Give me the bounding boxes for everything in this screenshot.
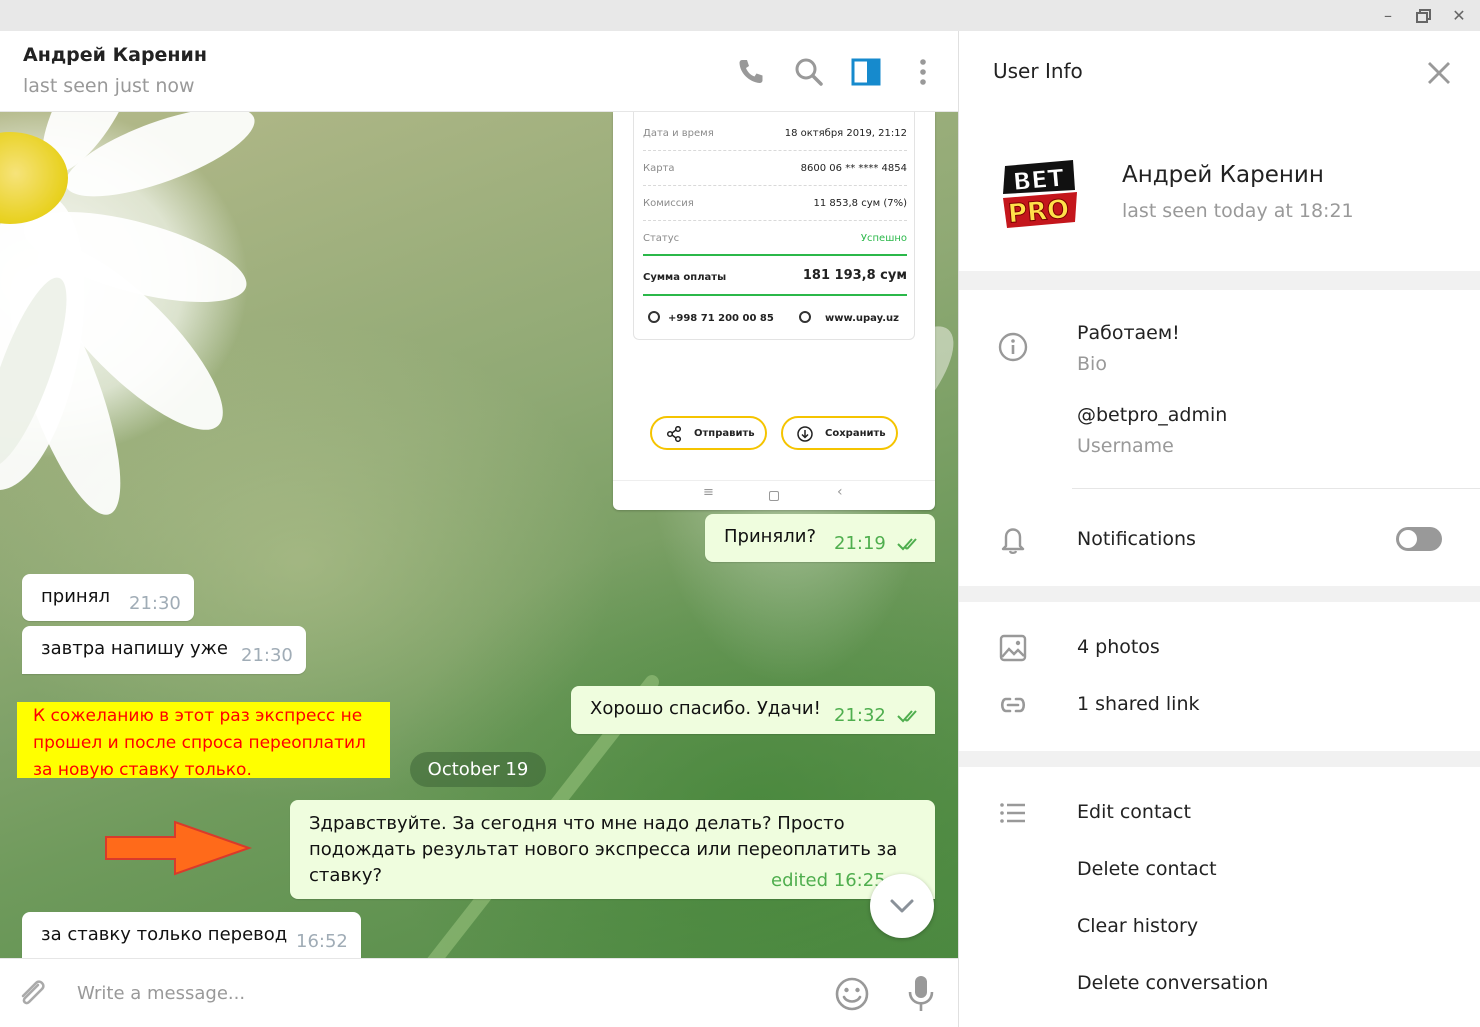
receipt-row: Дата и время 18 октября 2019, 21:12 [643, 116, 907, 151]
receipt-send-button: Отправить [650, 416, 767, 450]
profile-last-seen: last seen today at 18:21 [1122, 200, 1354, 222]
user-info-panel: User Info BET PRO Андрей Каренин last se… [959, 31, 1480, 1027]
home-icon [769, 491, 779, 501]
download-icon [797, 426, 813, 442]
arrow-annotation-icon [105, 820, 253, 876]
read-checks-icon [897, 710, 917, 723]
bio-text[interactable]: Работаем! [1077, 322, 1180, 344]
attach-icon[interactable] [14, 976, 50, 1012]
message-outgoing[interactable]: Здравствуйте. За сегодня что мне надо де… [290, 800, 935, 899]
message-incoming[interactable]: за ставку только перевод 16:52 [22, 912, 361, 958]
photos-link[interactable]: 4 photos [1077, 636, 1160, 658]
receipt-card: Дата и время 18 октября 2019, 21:12 Карта… [633, 112, 915, 340]
svg-text:BET: BET [1012, 164, 1066, 196]
message-time: 21:32 [834, 705, 886, 726]
receipt-site: www.upay.uz [799, 311, 899, 324]
message-time: 21:30 [129, 593, 181, 614]
message-text: Хорошо спасибо. Удачи! [590, 698, 821, 719]
chevron-down-icon [890, 899, 914, 913]
edit-contact-button[interactable]: Edit contact [1077, 801, 1191, 823]
window-titlebar: – ✕ [0, 0, 1480, 31]
svg-text:PRO: PRO [1007, 194, 1071, 229]
list-icon [997, 797, 1029, 829]
chat-header: Андрей Каренин last seen just now [0, 31, 958, 112]
message-outgoing[interactable]: Хорошо спасибо. Удачи! 21:32 [571, 686, 935, 734]
scroll-to-bottom-button[interactable] [870, 874, 934, 938]
panel-title: User Info [993, 59, 1083, 83]
message-time: edited 16:25 [771, 870, 886, 891]
mic-icon[interactable] [903, 973, 939, 1015]
close-icon[interactable] [1425, 59, 1453, 87]
menu-icon: ≡ [703, 485, 714, 500]
photo-message-receipt[interactable]: Дата и время 18 октября 2019, 21:12 Карта… [613, 112, 935, 510]
notifications-toggle[interactable] [1396, 527, 1442, 551]
phone-icon[interactable] [734, 55, 768, 89]
info-icon [997, 331, 1029, 363]
details-section: Работаем! Bio @betpro_admin Username Not… [959, 290, 1480, 586]
receipt-row: Карта 8600 06 ** **** 4854 [643, 151, 907, 186]
delete-contact-button[interactable]: Delete contact [1077, 858, 1217, 880]
username-text[interactable]: @betpro_admin [1077, 404, 1227, 426]
annotation-note: К сожеланию в этот раз экспресс не проше… [17, 702, 390, 780]
bell-icon [997, 523, 1029, 555]
clear-history-button[interactable]: Clear history [1077, 915, 1198, 937]
message-text: завтра напишу уже [41, 638, 228, 659]
photo-icon [997, 632, 1029, 664]
bio-label: Bio [1077, 353, 1107, 375]
message-text: за ставку только перевод [41, 924, 288, 945]
chat-status: last seen just now [23, 75, 195, 97]
profile-name: Андрей Каренин [1122, 162, 1324, 188]
message-time: 21:30 [241, 645, 293, 666]
receipt-android-nav: ≡ ‹ [613, 480, 935, 510]
username-label: Username [1077, 435, 1174, 457]
read-checks-icon [897, 538, 917, 551]
delete-conversation-button[interactable]: Delete conversation [1077, 972, 1268, 994]
message-text: Приняли? [724, 526, 817, 547]
back-icon: ‹ [837, 484, 843, 500]
message-input[interactable] [77, 979, 777, 1007]
message-composer [0, 958, 958, 1027]
restore-icon[interactable] [1413, 6, 1433, 26]
link-icon [997, 689, 1029, 721]
window-close-icon[interactable]: ✕ [1449, 6, 1469, 26]
actions-section: Edit contact Delete contact Clear histor… [959, 767, 1480, 1027]
receipt-row: Статус Успешно [643, 221, 907, 256]
message-time: 16:52 [296, 931, 348, 952]
emoji-icon[interactable] [833, 975, 871, 1013]
search-icon[interactable] [792, 55, 826, 89]
receipt-save-button: Сохранить [781, 416, 898, 450]
shared-links-link[interactable]: 1 shared link [1077, 693, 1200, 715]
share-icon [666, 426, 682, 442]
chat-messages-area[interactable]: Дата и время 18 октября 2019, 21:12 Карта… [0, 112, 958, 958]
more-icon[interactable] [906, 55, 940, 89]
receipt-phone: +998 71 200 00 85 [648, 311, 774, 324]
message-incoming[interactable]: завтра напишу уже 21:30 [22, 626, 306, 674]
message-incoming[interactable]: принял 21:30 [22, 574, 194, 621]
chat-title[interactable]: Андрей Каренин [23, 44, 207, 66]
message-outgoing[interactable]: Приняли? 21:19 [705, 514, 935, 562]
toggle-knob [1399, 530, 1417, 548]
minimize-icon[interactable]: – [1378, 6, 1398, 26]
message-time: 21:19 [834, 533, 886, 554]
receipt-total-row: Сумма оплаты 181 193,8 сум [643, 258, 907, 296]
profile-section: User Info BET PRO Андрей Каренин last se… [959, 31, 1480, 271]
date-divider: October 19 [410, 752, 546, 787]
globe-icon [799, 311, 811, 323]
message-text: принял [41, 586, 110, 607]
sidebar-toggle-icon[interactable] [849, 55, 883, 89]
media-section: 4 photos 1 shared link [959, 602, 1480, 751]
headset-icon [648, 311, 660, 323]
receipt-row: Комиссия 11 853,8 сум (7%) [643, 186, 907, 221]
separator [1072, 488, 1480, 489]
notifications-label: Notifications [1077, 528, 1196, 550]
avatar[interactable]: BET PRO [999, 156, 1079, 236]
